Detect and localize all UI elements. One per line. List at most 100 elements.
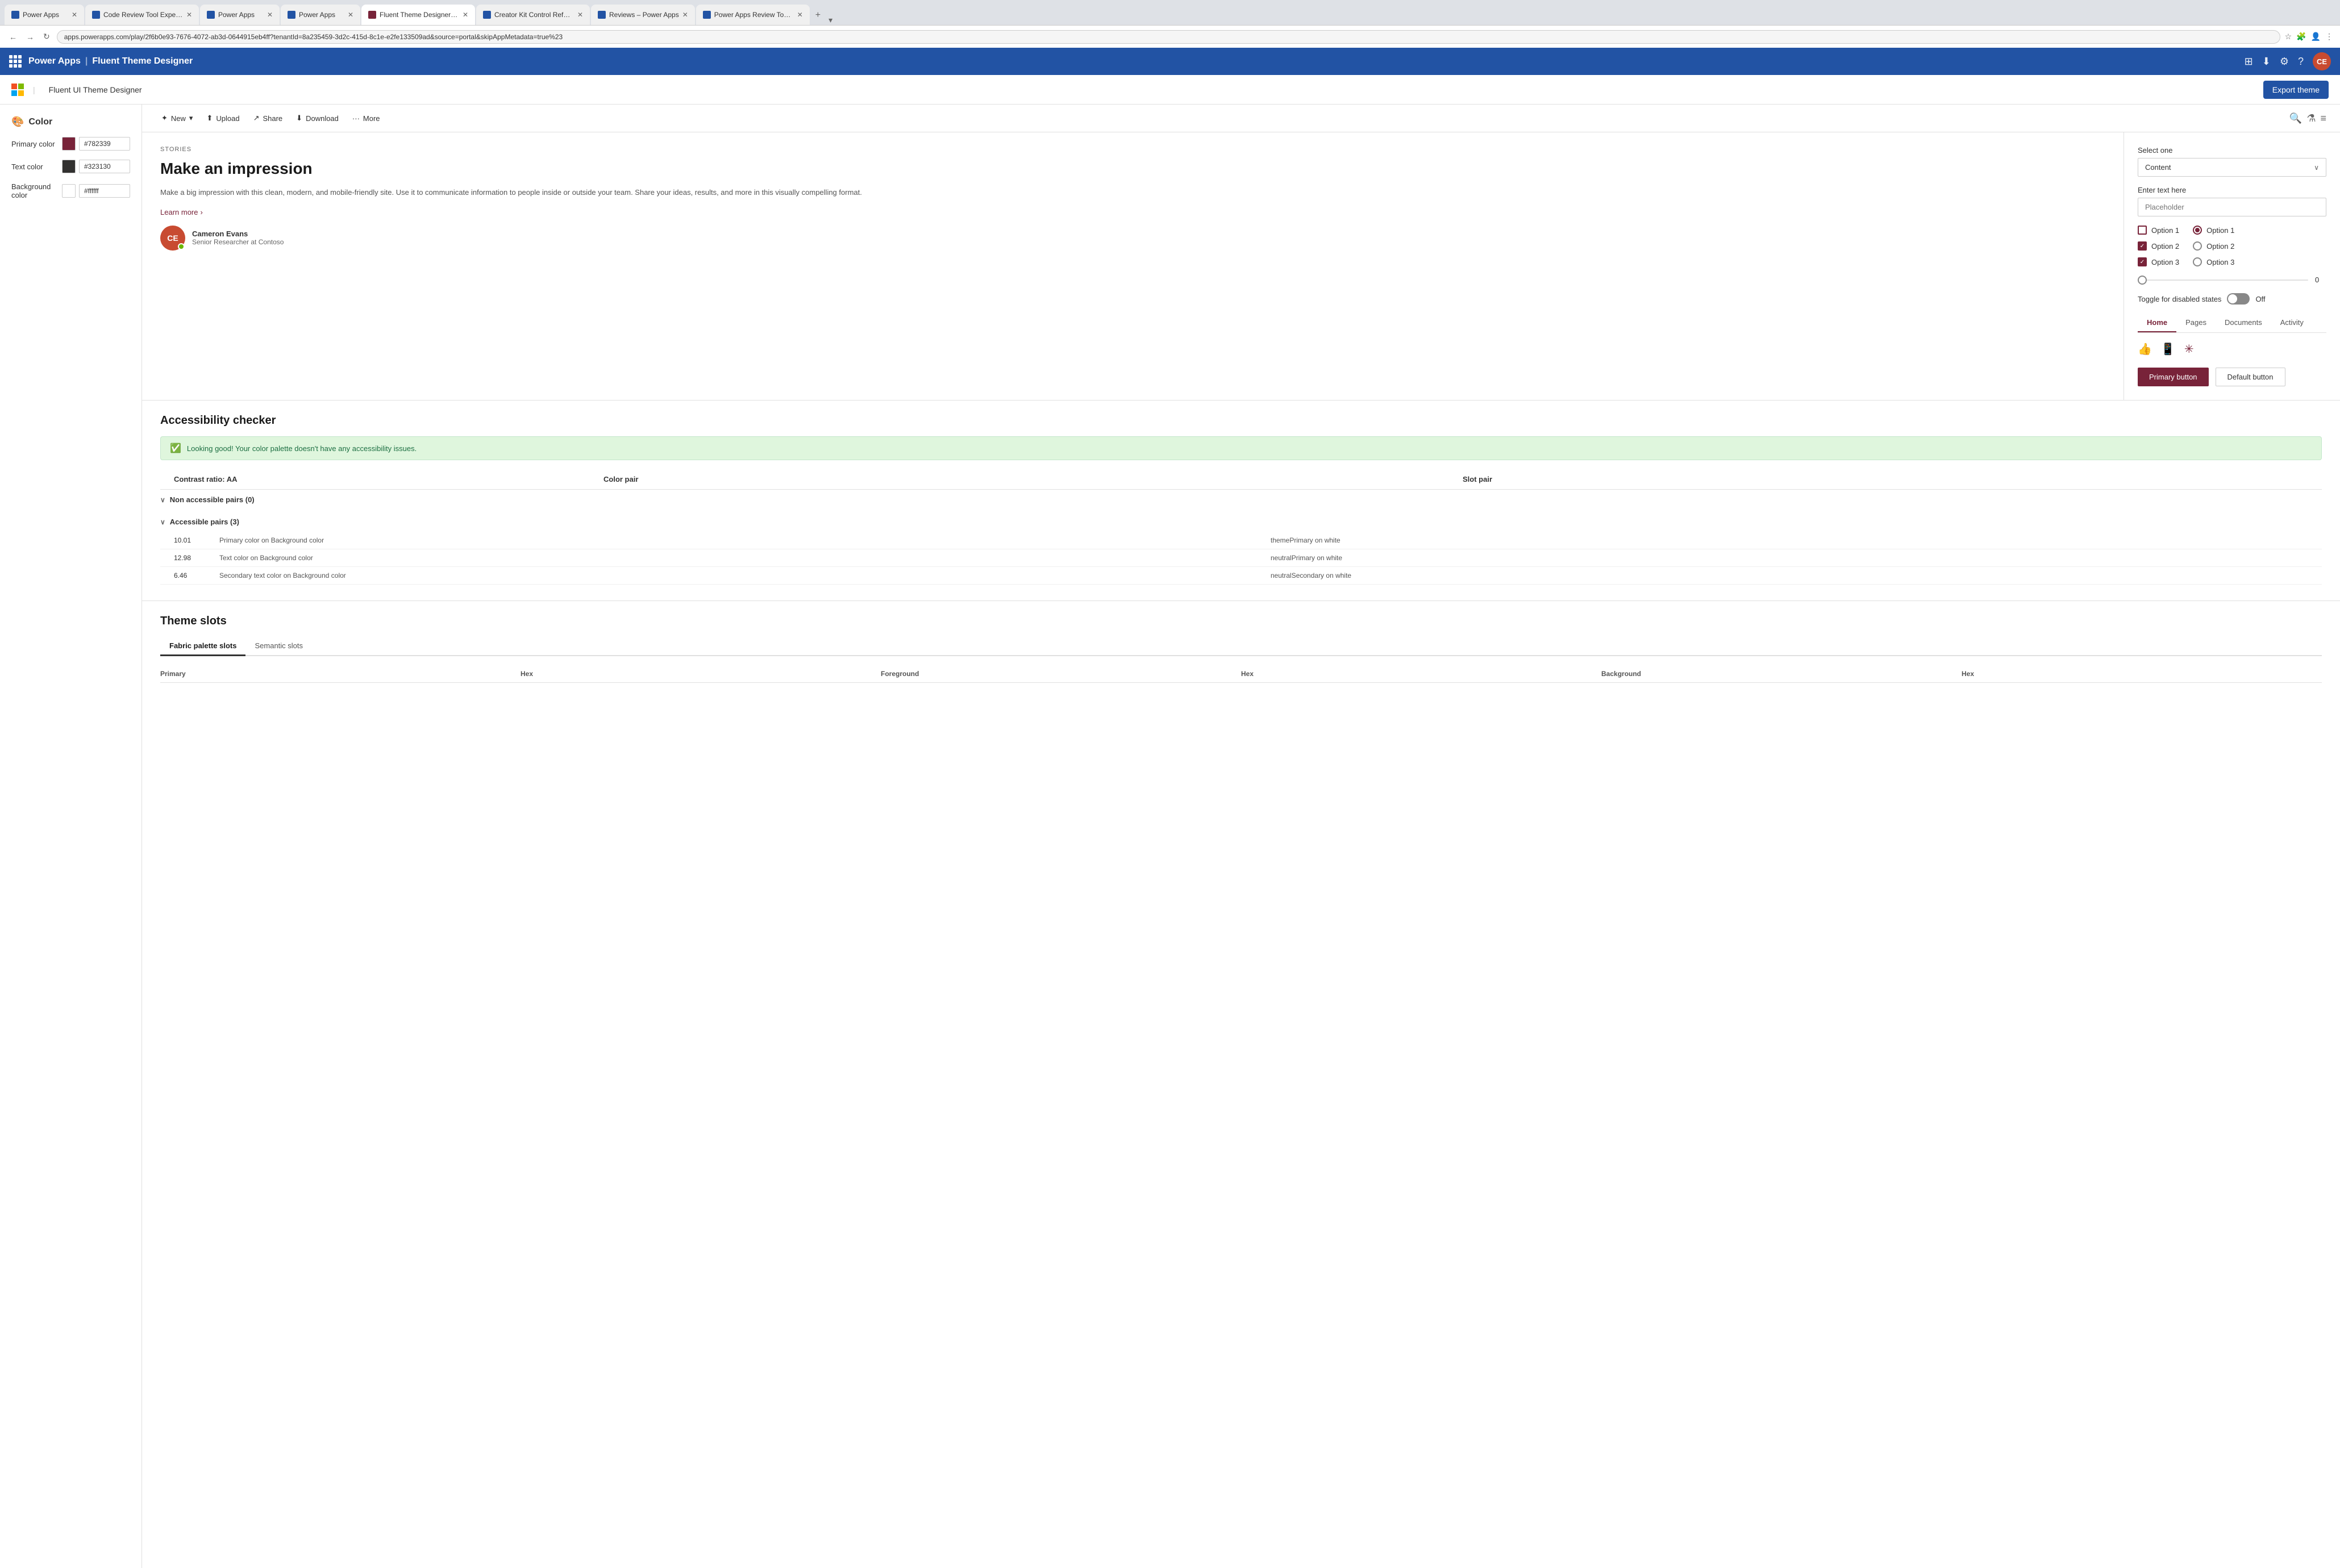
tab-close-3[interactable]: ✕ [267,11,273,19]
accessible-header[interactable]: ∨ Accessible pairs (3) [160,512,2322,532]
upload-button[interactable]: ⬆ Upload [201,110,245,126]
more-button[interactable]: ··· More [347,111,386,126]
forward-button[interactable]: → [24,30,36,44]
browser-tab-2[interactable]: Code Review Tool Experim... ✕ [85,5,199,25]
text-color-swatch[interactable] [62,160,76,173]
browser-tab-5[interactable]: Fluent Theme Designer -... ✕ [361,5,475,25]
settings-action-icon[interactable]: ✳ [2184,342,2194,356]
tab-pages[interactable]: Pages [2176,314,2216,332]
app-name[interactable]: Power Apps [28,56,81,66]
primary-color-swatch[interactable] [62,137,76,151]
settings-icon[interactable]: ⚙ [2280,56,2289,68]
share-button[interactable]: ↗ Share [248,110,289,126]
ms-logo-green [18,84,24,89]
tab-home[interactable]: Home [2138,314,2176,332]
radio-1[interactable] [2193,226,2202,235]
radio-3[interactable] [2193,257,2202,266]
fabric-palette-tab[interactable]: Fabric palette slots [160,637,245,656]
toggle[interactable] [2227,293,2250,305]
background-color-label: Background color [11,182,62,199]
checkbox-label-1: Option 1 [2151,226,2179,235]
user-avatar[interactable]: CE [2313,52,2331,70]
tab-title-7: Reviews – Power Apps [609,11,679,19]
pair-2: Text color on Background color [219,554,1271,562]
tab-close-8[interactable]: ✕ [797,11,803,19]
checkbox-3[interactable]: ✓ [2138,257,2147,266]
browser-tab-7[interactable]: Reviews – Power Apps ✕ [591,5,695,25]
tab-close-4[interactable]: ✕ [348,11,353,19]
tab-close-7[interactable]: ✕ [682,11,688,19]
radio-item-3: Option 3 [2193,257,2234,266]
select-group: Select one Content ∨ [2138,146,2326,177]
radio-label-1: Option 1 [2206,226,2234,235]
bookmark-icon[interactable]: ☆ [2285,32,2292,41]
default-button[interactable]: Default button [2216,368,2285,386]
help-icon[interactable]: ? [2298,56,2304,68]
tab-activity[interactable]: Activity [2271,314,2313,332]
grid-view-icon[interactable]: ⊞ [2245,56,2253,68]
primary-color-row: Primary color [11,137,130,151]
tab-close-1[interactable]: ✕ [72,11,77,19]
browser-actions: ☆ 🧩 👤 ⋮ [2285,32,2333,41]
accessible-group: ∨ Accessible pairs (3) 10.01 Primary col… [160,512,2322,585]
browser-tab-1[interactable]: Power Apps ✕ [5,5,84,25]
semantic-slots-tab[interactable]: Semantic slots [245,637,312,656]
browser-tab-3[interactable]: Power Apps ✕ [200,5,280,25]
expand-col [160,475,174,483]
button-row: Primary button Default button [2138,368,2326,386]
radio-item-1: Option 1 [2193,226,2234,235]
new-tab-button[interactable]: + [811,6,825,25]
phone-icon[interactable]: 📱 [2161,342,2175,356]
reload-button[interactable]: ↻ [41,30,52,44]
download-icon[interactable]: ⬇ [2262,56,2271,68]
contrast-ratio-header: Contrast ratio: AA [174,475,603,483]
tab-close-6[interactable]: ✕ [577,11,583,19]
url-input[interactable]: apps.powerapps.com/play/2f6b0e93-7676-40… [57,30,2280,44]
download-button[interactable]: ⬇ Download [290,110,344,126]
background-color-input[interactable] [79,184,130,198]
pair-3: Secondary text color on Background color [219,572,1271,579]
primary-color-input[interactable] [79,137,130,151]
tab-close-5[interactable]: ✕ [463,11,468,19]
non-accessible-header[interactable]: ∨ Non accessible pairs (0) [160,490,2322,510]
checkbox-2[interactable]: ✓ [2138,241,2147,251]
waffle-menu-icon[interactable] [9,55,22,68]
ratio-3: 6.46 [174,572,219,579]
table-row: 10.01 Primary color on Background color … [160,532,2322,549]
select-label: Select one [2138,146,2326,155]
preview-tabs: Home Pages Documents Activity [2138,314,2326,333]
learn-more-link[interactable]: Learn more › [160,208,2105,216]
like-icon[interactable]: 👍 [2138,342,2152,356]
text-input[interactable] [2138,198,2326,216]
main-content: ✦ New ▾ ⬆ Upload ↗ Share ⬇ Download [142,105,2340,1568]
ratio-1: 10.01 [174,536,219,544]
sub-header-left: | Fluent UI Theme Designer [11,84,142,96]
profile-icon[interactable]: 👤 [2311,32,2321,41]
new-dropdown-icon: ▾ [189,114,193,123]
select-box[interactable]: Content ∨ [2138,158,2326,177]
checkbox-column: Option 1 ✓ Option 2 ✓ [2138,226,2179,266]
new-button[interactable]: ✦ New ▾ [156,110,198,126]
tab-documents[interactable]: Documents [2216,314,2271,332]
back-button[interactable]: ← [7,30,19,44]
content-area: 🎨 Color Primary color Text color [0,105,2340,1568]
primary-button[interactable]: Primary button [2138,368,2209,386]
browser-tab-6[interactable]: Creator Kit Control Refere... ✕ [476,5,590,25]
checkbox-1[interactable] [2138,226,2147,235]
search-icon[interactable]: 🔍 [2289,112,2302,124]
menu-icon[interactable]: ⋮ [2325,32,2333,41]
tab-dropdown-button[interactable]: ▾ [828,15,832,25]
slider[interactable] [2138,280,2308,281]
export-theme-button[interactable]: Export theme [2263,81,2329,99]
background-color-input-group [62,184,130,198]
radio-2[interactable] [2193,241,2202,251]
tab-close-2[interactable]: ✕ [186,11,192,19]
filter-icon[interactable]: ⚗ [2306,112,2316,124]
browser-tab-4[interactable]: Power Apps ✕ [281,5,360,25]
browser-tab-8[interactable]: Power Apps Review Tool... ✕ [696,5,810,25]
text-color-input[interactable] [79,160,130,173]
person-role: Senior Researcher at Contoso [192,238,284,246]
list-view-icon[interactable]: ≡ [2320,112,2326,124]
extension-icon[interactable]: 🧩 [2296,32,2306,41]
background-color-swatch[interactable] [62,184,76,198]
